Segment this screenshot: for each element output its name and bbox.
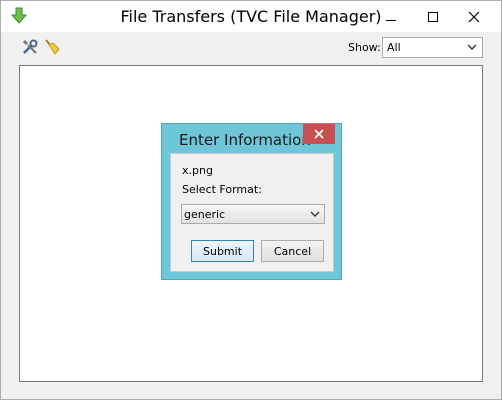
file-name: x.png (182, 164, 213, 177)
format-label: Select Format: (182, 183, 262, 196)
chevron-down-icon (309, 208, 321, 220)
broom-icon[interactable] (42, 38, 60, 56)
dialog-body: x.png Select Format: generic Submit Canc… (170, 153, 334, 272)
enter-information-dialog: Enter Information x.png Select Format: g… (161, 123, 342, 280)
minimize-button[interactable] (370, 1, 412, 32)
dialog-close-button[interactable] (303, 124, 335, 144)
minimize-icon (386, 19, 396, 21)
show-filter-select[interactable]: All (382, 37, 483, 58)
maximize-icon (428, 11, 438, 22)
close-icon (468, 11, 480, 22)
dialog-title: Enter Information (179, 131, 311, 149)
tools-icon[interactable] (21, 38, 39, 56)
format-select[interactable]: generic (181, 204, 325, 224)
maximize-button[interactable] (412, 1, 454, 32)
file-transfers-window: File Transfers (TVC File Manager) Show: … (0, 0, 502, 400)
close-button[interactable] (453, 1, 495, 32)
window-titlebar: File Transfers (TVC File Manager) (1, 1, 501, 32)
chevron-down-icon (466, 41, 478, 53)
show-filter-value: All (387, 41, 401, 54)
format-select-value: generic (184, 208, 226, 221)
show-label: Show: (348, 41, 381, 54)
cancel-button[interactable]: Cancel (261, 240, 324, 262)
toolbar: Show: All (1, 32, 501, 62)
close-icon (314, 129, 324, 139)
submit-button[interactable]: Submit (191, 240, 254, 262)
